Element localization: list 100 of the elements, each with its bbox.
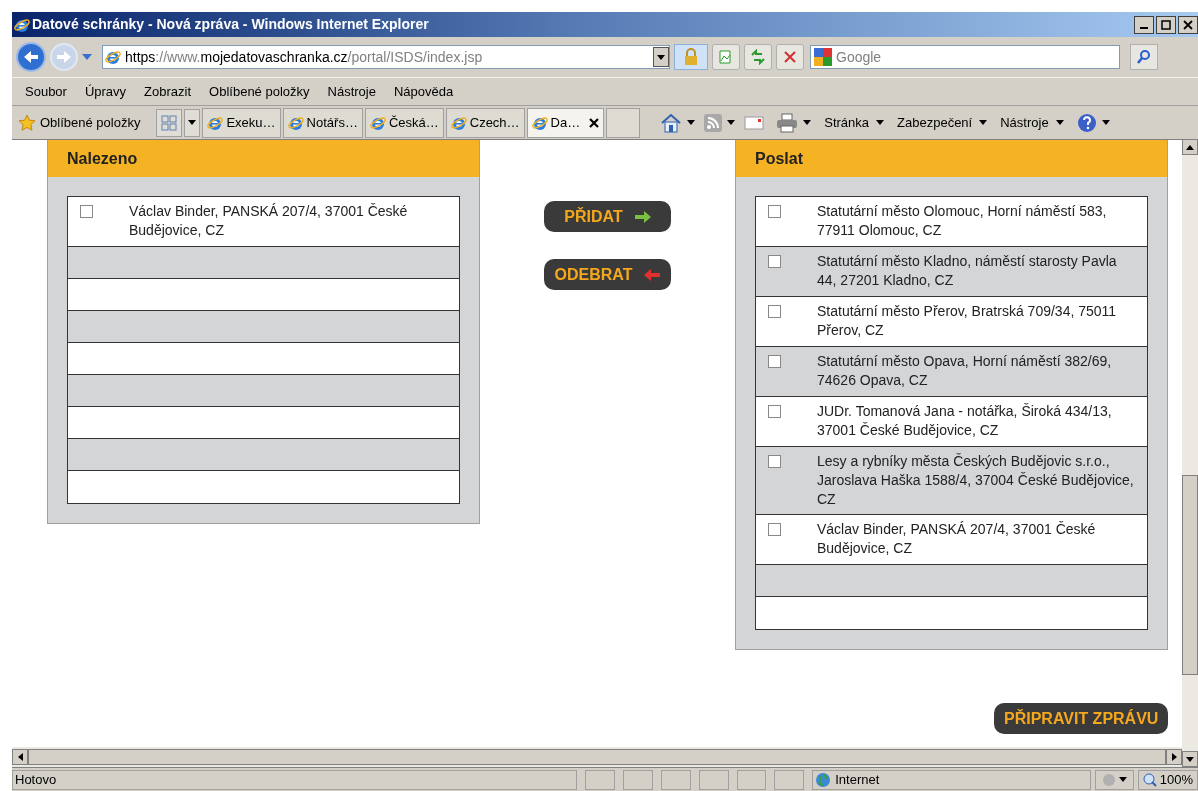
- search-button[interactable]: [1130, 44, 1158, 70]
- browser-tab[interactable]: Czech…: [445, 107, 525, 138]
- search-icon: [1136, 49, 1152, 65]
- checkbox[interactable]: [768, 255, 781, 268]
- checkbox[interactable]: [768, 405, 781, 418]
- page-icon: [105, 49, 121, 65]
- menu-label: Zabezpečení: [897, 113, 973, 132]
- status-pane: [698, 769, 729, 790]
- browser-tab[interactable]: Da…: [526, 107, 605, 138]
- menu-label: Nástroje: [1000, 113, 1049, 132]
- maximize-button[interactable]: [1156, 15, 1176, 34]
- recipient-text: Statutární město Přerov, Bratrská 709/34, 75011 Přerov, CZ: [817, 302, 1118, 340]
- maximize-icon: [1161, 19, 1171, 30]
- down-triangle-icon: [1186, 756, 1194, 762]
- search-box[interactable]: Google: [810, 45, 1120, 69]
- add-button[interactable]: PŘIDAT: [544, 201, 671, 232]
- recipient-text: Václav Binder, PANSKÁ 207/4, 37001 České Budějovice, CZ: [817, 520, 1097, 558]
- zoom-button[interactable]: 100%: [1137, 769, 1198, 790]
- star-icon: [18, 113, 36, 132]
- mail-icon[interactable]: [744, 115, 765, 130]
- remove-button[interactable]: ODEBRAT: [544, 259, 671, 290]
- back-icon: [23, 50, 39, 64]
- printer-icon[interactable]: [776, 112, 799, 133]
- menu-item[interactable]: Oblíbené položky: [202, 81, 317, 102]
- dropdown-arrow-icon[interactable]: [803, 120, 812, 125]
- checkbox[interactable]: [768, 205, 781, 218]
- dropdown-arrow-icon[interactable]: [876, 120, 885, 125]
- command-menu[interactable]: Zabezpečení: [897, 112, 991, 133]
- checkbox[interactable]: [768, 523, 781, 536]
- menu-item[interactable]: Úpravy: [77, 81, 134, 102]
- scroll-up-button[interactable]: [1182, 139, 1198, 155]
- window-title: Datové schránky - Nová zpráva - Windows Internet Explorer: [32, 15, 429, 34]
- favorites-button[interactable]: Oblíbené položky: [18, 112, 155, 133]
- url-text: https://www.mojedatovaschranka.cz/portal/ISDS/index.jsp: [125, 47, 483, 67]
- home-icon[interactable]: [660, 112, 683, 133]
- command-menu[interactable]: Stránka: [824, 112, 888, 133]
- menu-item[interactable]: Nástroje: [320, 81, 383, 102]
- padlock-icon: [674, 44, 708, 70]
- minimize-icon: [1140, 26, 1148, 29]
- dropdown-arrow-icon[interactable]: [1055, 120, 1064, 125]
- dropdown-arrow-icon[interactable]: [727, 120, 736, 125]
- address-field[interactable]: https://www.mojedatovaschranka.cz/portal/ISDS/index.jsp: [102, 45, 670, 69]
- list-row[interactable]: Lesy a rybníky města Českých Budějovic s.r.o., Jaroslava Haška 1588/4, 37004 České Budějovice, CZ: [756, 447, 1147, 515]
- zoom-icon: [1142, 772, 1157, 787]
- close-button[interactable]: [1178, 15, 1198, 34]
- recipient-text: Statutární město Olomouc, Horní náměstí 583, 77911 Olomouc, CZ: [817, 202, 1108, 240]
- tab-list-button[interactable]: [184, 108, 201, 137]
- prepare-message-button[interactable]: PŘIPRAVIT ZPRÁVU: [994, 703, 1169, 734]
- address-dropdown-icon: [657, 54, 665, 60]
- browser-tab[interactable]: Česká…: [364, 107, 444, 138]
- close-tab-icon[interactable]: [589, 117, 600, 128]
- recipient-text: Lesy a rybníky města Českých Budějovic s.r.o., Jaroslava Haška 1588/4, 37004 České Budějovice, CZ: [817, 452, 1135, 509]
- scroll-left-button[interactable]: [12, 749, 28, 765]
- page-icon: [531, 114, 548, 131]
- left-triangle-icon: [17, 753, 23, 761]
- status-pane: [774, 769, 805, 790]
- refresh-icon[interactable]: [744, 44, 772, 70]
- command-menu[interactable]: Nástroje: [1000, 112, 1067, 133]
- protected-mode-button[interactable]: [1094, 769, 1134, 790]
- page-icon: [450, 114, 467, 131]
- checkbox[interactable]: [768, 305, 781, 318]
- page-icon: [369, 114, 386, 131]
- browser-tab[interactable]: Notářs…: [282, 107, 363, 138]
- page-icon: [287, 114, 304, 131]
- status-pane: [736, 769, 767, 790]
- forward-icon: [56, 50, 72, 64]
- browser-tab[interactable]: Exeku…: [202, 107, 281, 138]
- menu-item[interactable]: Soubor: [18, 81, 74, 102]
- dropdown-arrow-icon[interactable]: [979, 120, 988, 125]
- dropdown-arrow-icon[interactable]: [1101, 120, 1110, 125]
- horizontal-scrollbar[interactable]: [28, 749, 1166, 765]
- vertical-scrollbar[interactable]: [1182, 475, 1198, 675]
- minimize-button[interactable]: [1134, 15, 1154, 34]
- checkbox[interactable]: [768, 455, 781, 468]
- search-field[interactable]: Google: [836, 46, 1086, 68]
- list-row[interactable]: Statutární město Opava, Horní náměstí 382/69, 74626 Opava, CZ: [756, 347, 1147, 397]
- up-triangle-icon: [1186, 144, 1194, 150]
- page-icon: [207, 114, 224, 131]
- history-dropdown-icon[interactable]: [82, 54, 92, 60]
- recipient-text: JUDr. Tomanová Jana - notářka, Široká 434/13, 37001 České Budějovice, CZ: [817, 402, 1113, 440]
- checkbox[interactable]: [768, 355, 781, 368]
- close-icon: [1183, 19, 1193, 30]
- address-dropdown-button[interactable]: [653, 47, 669, 67]
- stop-icon[interactable]: [776, 44, 804, 70]
- quick-tabs-icon: [161, 114, 178, 131]
- dropdown-arrow-icon[interactable]: [687, 120, 696, 125]
- search-provider-icon: [814, 48, 832, 66]
- left-arrow-icon: [644, 268, 661, 281]
- checkbox[interactable]: [80, 205, 93, 218]
- scroll-right-button[interactable]: [1166, 749, 1182, 765]
- browser-logo-icon: [14, 16, 30, 33]
- menu-label: Stránka: [824, 113, 870, 132]
- back-button[interactable]: [16, 42, 46, 72]
- help-icon[interactable]: [1076, 112, 1097, 133]
- right-triangle-icon: [1171, 753, 1177, 761]
- menu-item[interactable]: Zobrazit: [137, 81, 199, 102]
- menu-item[interactable]: Nápověda: [386, 81, 461, 102]
- dropdown-arrow-icon: [1118, 777, 1127, 782]
- list-row[interactable]: Statutární město Kladno, náměstí starosty Pavla 44, 27201 Kladno, CZ: [756, 247, 1147, 297]
- scroll-down-button[interactable]: [1182, 751, 1198, 767]
